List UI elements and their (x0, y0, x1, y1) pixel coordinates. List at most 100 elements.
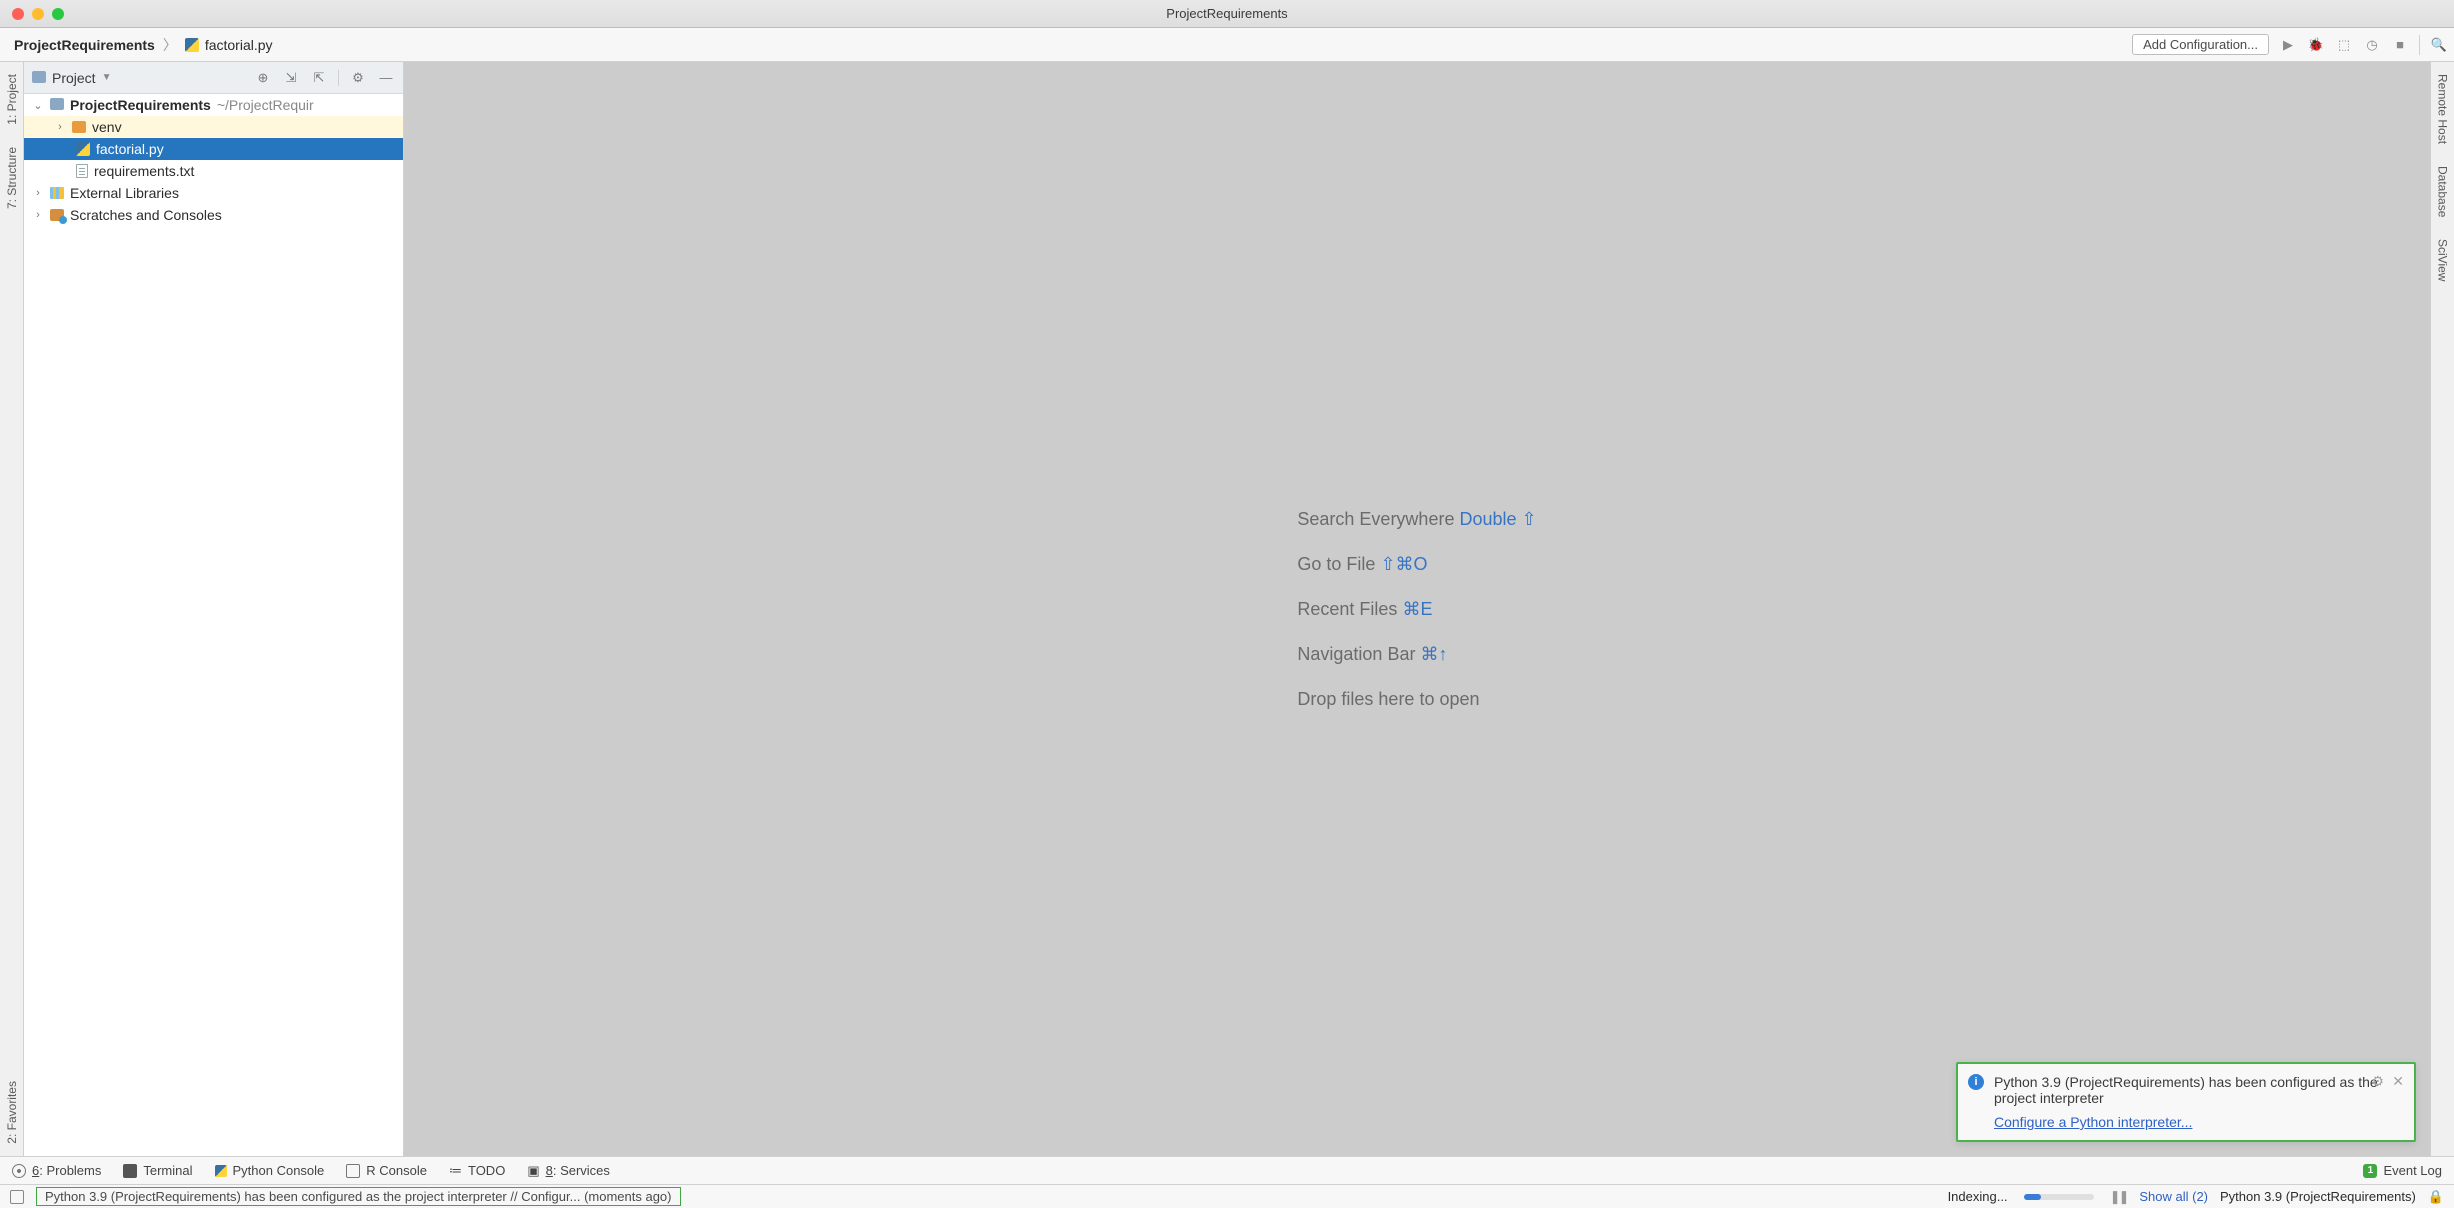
main-body: 1: Project 7: Structure 2: Favorites Pro… (0, 62, 2454, 1156)
tree-node-requirements[interactable]: requirements.txt (24, 160, 403, 182)
project-view-selector[interactable]: Project ▼ (32, 70, 111, 86)
hint-nav-label: Navigation Bar (1297, 644, 1415, 664)
hint-goto-label: Go to File (1297, 554, 1375, 574)
todo-icon: ≔ (449, 1163, 462, 1179)
window-titlebar: ProjectRequirements (0, 0, 2454, 28)
tool-tab-sciview[interactable]: SciView (2434, 237, 2452, 283)
empty-editor-area[interactable]: Search Everywhere Double ⇧ Go to File ⇧⌘… (404, 62, 2430, 1156)
hint-nav-key: ⌘↑ (1420, 644, 1447, 664)
locate-icon[interactable]: ⊕ (254, 69, 272, 87)
gear-icon[interactable]: ⚙ (349, 69, 367, 87)
status-bar: Python 3.9 (ProjectRequirements) has bee… (0, 1184, 2454, 1208)
hide-panel-icon[interactable]: — (377, 69, 395, 87)
terminal-icon (123, 1164, 137, 1178)
disclosure-open-icon[interactable]: ⌄ (32, 99, 44, 112)
disclosure-closed-icon[interactable]: › (32, 187, 44, 199)
tool-tab-event-log[interactable]: 1 Event Log (2363, 1163, 2442, 1178)
breadcrumb-root[interactable]: ProjectRequirements (14, 37, 155, 53)
tree-node-venv[interactable]: › venv (24, 116, 403, 138)
window-title: ProjectRequirements (0, 6, 2454, 21)
pause-icon[interactable]: ❚❚ (2110, 1189, 2128, 1205)
problems-icon (12, 1164, 26, 1178)
tool-tab-problems[interactable]: 6: Problems (12, 1163, 101, 1178)
tool-tab-services[interactable]: ▣8: Services (527, 1163, 610, 1179)
tool-tab-structure[interactable]: 7: Structure (3, 145, 21, 211)
tree-root-path: ~/ProjectRequir (217, 97, 314, 113)
coverage-icon[interactable]: ⬚ (2335, 36, 2353, 54)
tree-external-libraries[interactable]: › External Libraries (24, 182, 403, 204)
tree-node-label: External Libraries (70, 185, 179, 201)
event-badge: 1 (2363, 1164, 2377, 1178)
search-icon[interactable]: 🔍 (2430, 36, 2448, 54)
scratches-icon (50, 209, 64, 221)
lock-icon[interactable]: 🔒 (2428, 1189, 2444, 1205)
tool-tab-favorites[interactable]: 2: Favorites (3, 1079, 21, 1146)
configure-interpreter-link[interactable]: Configure a Python interpreter... (1994, 1114, 2192, 1130)
libraries-icon (50, 187, 64, 199)
show-all-processes-link[interactable]: Show all (2) (2139, 1189, 2208, 1204)
profile-icon[interactable]: ◷ (2363, 36, 2381, 54)
editor-empty-hints: Search Everywhere Double ⇧ Go to File ⇧⌘… (1297, 497, 1536, 722)
left-tool-tabs: 1: Project 7: Structure 2: Favorites (0, 62, 24, 1156)
zoom-window-button[interactable] (52, 8, 64, 20)
toolbar-separator (2419, 35, 2420, 55)
indexing-progress (2024, 1194, 2094, 1200)
toolbar-actions: Add Configuration... ▶ 🐞 ⬚ ◷ ■ 🔍 (2132, 34, 2448, 55)
interpreter-status[interactable]: Python 3.9 (ProjectRequirements) (2220, 1189, 2416, 1204)
tree-root-label: ProjectRequirements (70, 97, 211, 113)
python-file-icon (76, 142, 90, 156)
tree-root[interactable]: ⌄ ProjectRequirements ~/ProjectRequir (24, 94, 403, 116)
breadcrumb-file-label: factorial.py (205, 37, 273, 53)
project-tree[interactable]: ⌄ ProjectRequirements ~/ProjectRequir › … (24, 94, 403, 1156)
status-message[interactable]: Python 3.9 (ProjectRequirements) has bee… (36, 1187, 681, 1206)
tree-node-label: requirements.txt (94, 163, 194, 179)
notification-text: Python 3.9 (ProjectRequirements) has bee… (1994, 1074, 2386, 1106)
tree-node-factorial[interactable]: factorial.py (24, 138, 403, 160)
gear-icon[interactable]: ⚙ (2371, 1073, 2384, 1090)
tool-windows-icon[interactable] (10, 1190, 24, 1204)
hint-recent-key: ⌘E (1402, 599, 1432, 619)
hint-recent-label: Recent Files (1297, 599, 1397, 619)
tree-node-label: factorial.py (96, 141, 164, 157)
tool-tab-python-console[interactable]: Python Console (215, 1163, 325, 1178)
disclosure-closed-icon[interactable]: › (32, 209, 44, 221)
tool-tab-r-console[interactable]: R Console (346, 1163, 427, 1178)
python-icon (215, 1165, 227, 1177)
services-icon: ▣ (527, 1163, 539, 1179)
project-panel-tools: ⊕ ⇲ ⇱ ⚙ — (254, 69, 395, 87)
collapse-all-icon[interactable]: ⇱ (310, 69, 328, 87)
minimize-window-button[interactable] (32, 8, 44, 20)
hint-search-key: Double ⇧ (1459, 509, 1536, 529)
folder-icon (50, 98, 64, 110)
expand-all-icon[interactable]: ⇲ (282, 69, 300, 87)
close-window-button[interactable] (12, 8, 24, 20)
breadcrumb-root-label: ProjectRequirements (14, 37, 155, 53)
indexing-label: Indexing... (1948, 1189, 2008, 1204)
breadcrumb-file[interactable]: factorial.py (185, 37, 273, 53)
add-configuration-button[interactable]: Add Configuration... (2132, 34, 2269, 55)
stop-icon[interactable]: ■ (2391, 36, 2409, 54)
tool-tab-terminal[interactable]: Terminal (123, 1163, 192, 1178)
breadcrumb[interactable]: ProjectRequirements 〉 factorial.py (14, 35, 273, 55)
tree-node-label: venv (92, 119, 122, 135)
hint-search-label: Search Everywhere (1297, 509, 1454, 529)
disclosure-closed-icon[interactable]: › (54, 121, 66, 133)
tool-tab-remote-host[interactable]: Remote Host (2434, 72, 2452, 146)
chevron-right-icon: 〉 (159, 35, 181, 55)
tool-tab-project[interactable]: 1: Project (3, 72, 21, 127)
tree-scratches[interactable]: › Scratches and Consoles (24, 204, 403, 226)
run-icon[interactable]: ▶ (2279, 36, 2297, 54)
tool-tab-database[interactable]: Database (2434, 164, 2452, 219)
project-icon (32, 71, 46, 83)
r-icon (346, 1164, 360, 1178)
hint-drop-label: Drop files here to open (1297, 689, 1479, 709)
debug-icon[interactable]: 🐞 (2307, 36, 2325, 54)
hint-goto-key: ⇧⌘O (1380, 554, 1427, 574)
text-file-icon (76, 164, 88, 178)
close-icon[interactable]: ✕ (2392, 1073, 2404, 1090)
notification-balloon: i ⚙ ✕ Python 3.9 (ProjectRequirements) h… (1956, 1062, 2416, 1142)
info-icon: i (1968, 1074, 1984, 1090)
tool-tab-todo[interactable]: ≔TODO (449, 1163, 505, 1179)
tree-node-label: Scratches and Consoles (70, 207, 222, 223)
traffic-lights (0, 8, 64, 20)
